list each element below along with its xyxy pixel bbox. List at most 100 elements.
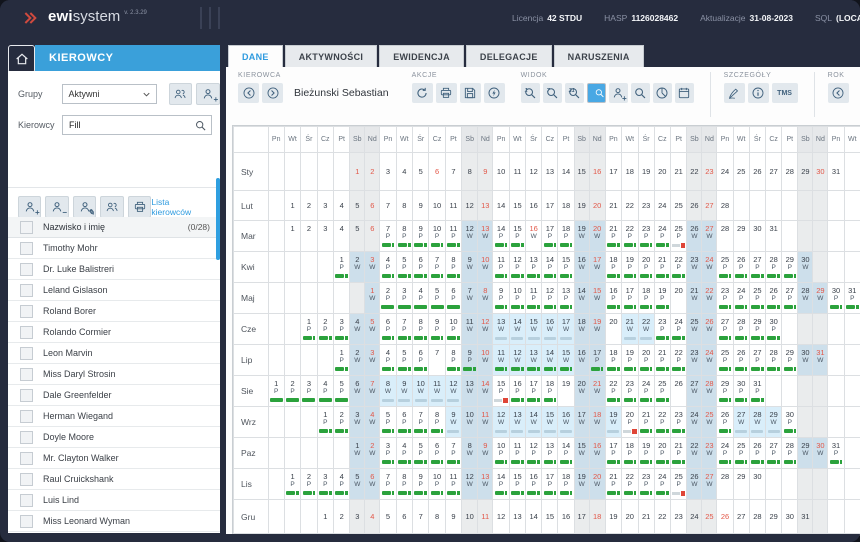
day-cell[interactable]: 21P bbox=[654, 252, 670, 283]
day-cell[interactable]: 19 bbox=[558, 376, 574, 407]
day-cell[interactable]: 26 bbox=[749, 153, 765, 191]
signature-button[interactable] bbox=[724, 83, 745, 103]
day-cell[interactable]: 12 bbox=[526, 153, 542, 191]
day-cell[interactable]: 29W bbox=[798, 438, 813, 469]
day-cell[interactable]: 3W bbox=[350, 407, 365, 438]
day-cell[interactable]: 27W bbox=[702, 469, 717, 500]
day-cell[interactable]: 11 bbox=[478, 500, 493, 534]
day-cell[interactable]: 24P bbox=[638, 376, 654, 407]
day-cell[interactable]: 26P bbox=[766, 283, 782, 314]
day-cell[interactable]: 26W bbox=[687, 469, 702, 500]
day-cell[interactable]: 26 bbox=[717, 500, 733, 534]
day-cell[interactable]: 5P bbox=[333, 376, 349, 407]
day-cell[interactable]: 7 bbox=[429, 345, 445, 376]
day-cell[interactable]: 21P bbox=[670, 438, 687, 469]
day-cell[interactable]: 10P bbox=[509, 283, 525, 314]
day-cell[interactable]: 20 bbox=[589, 191, 605, 221]
day-cell[interactable]: 13 bbox=[478, 191, 493, 221]
day-cell[interactable]: 8P bbox=[445, 252, 461, 283]
day-cell[interactable]: 24 bbox=[687, 500, 702, 534]
day-cell[interactable]: 5W bbox=[365, 314, 380, 345]
day-cell[interactable]: 6 bbox=[365, 191, 380, 221]
prev-year-button[interactable] bbox=[828, 83, 849, 103]
day-cell[interactable]: 2W bbox=[350, 345, 365, 376]
day-cell[interactable]: 20P bbox=[654, 438, 670, 469]
day-cell[interactable]: 9P bbox=[413, 221, 429, 252]
day-cell[interactable]: 16P bbox=[605, 283, 621, 314]
day-cell[interactable]: 1P bbox=[268, 376, 284, 407]
day-cell[interactable]: 7P bbox=[413, 407, 429, 438]
info-button[interactable] bbox=[748, 83, 769, 103]
day-cell[interactable]: 11W bbox=[462, 314, 478, 345]
day-cell[interactable]: 15W bbox=[589, 283, 605, 314]
day-cell[interactable]: 12P bbox=[542, 283, 558, 314]
day-cell[interactable]: 24P bbox=[654, 469, 670, 500]
driver-checkbox[interactable] bbox=[20, 347, 33, 360]
day-cell[interactable]: 27W bbox=[687, 376, 702, 407]
driver-list-item[interactable]: Herman Wiegand bbox=[8, 406, 220, 427]
day-cell[interactable]: 11W bbox=[429, 376, 445, 407]
day-cell[interactable]: 28P bbox=[766, 345, 782, 376]
day-cell[interactable]: 30W bbox=[798, 345, 813, 376]
groups-select[interactable]: Aktywni bbox=[62, 84, 157, 104]
day-cell[interactable]: 29 bbox=[733, 221, 749, 252]
driver-list-item[interactable]: Dale Greenfelder bbox=[8, 385, 220, 406]
driver-checkbox[interactable] bbox=[20, 515, 33, 528]
day-cell[interactable]: 10W bbox=[413, 376, 429, 407]
day-cell[interactable]: 12P bbox=[509, 252, 525, 283]
day-cell[interactable]: 8 bbox=[429, 500, 445, 534]
day-cell[interactable]: 30 bbox=[749, 221, 765, 252]
day-cell[interactable]: 31 bbox=[798, 500, 813, 534]
day-cell[interactable]: 1 bbox=[350, 153, 365, 191]
pie-chart-button[interactable] bbox=[653, 83, 672, 103]
day-cell[interactable]: 10W bbox=[478, 252, 493, 283]
day-cell[interactable]: 5P bbox=[429, 283, 445, 314]
day-cell[interactable]: 13 bbox=[509, 500, 525, 534]
day-cell[interactable]: 30P bbox=[782, 407, 798, 438]
day-cell[interactable]: 31 bbox=[828, 153, 844, 191]
day-cell[interactable]: 25P bbox=[749, 283, 765, 314]
day-cell[interactable]: 6P bbox=[396, 407, 412, 438]
day-cell[interactable]: 3 bbox=[317, 191, 333, 221]
day-cell[interactable]: 25P bbox=[670, 469, 687, 500]
driver-list-item[interactable]: Timothy Mohr bbox=[8, 238, 220, 259]
day-cell[interactable]: 15 bbox=[542, 500, 558, 534]
home-button[interactable] bbox=[8, 45, 35, 73]
day-cell[interactable]: 19P bbox=[622, 252, 639, 283]
day-cell[interactable]: 15W bbox=[558, 345, 574, 376]
day-cell[interactable]: 21 bbox=[638, 500, 654, 534]
select-all-checkbox[interactable] bbox=[20, 221, 33, 234]
day-cell[interactable]: 3P bbox=[380, 438, 396, 469]
day-cell[interactable]: 20W bbox=[589, 469, 605, 500]
day-cell[interactable]: 2P bbox=[301, 469, 317, 500]
day-cell[interactable]: 11P bbox=[526, 283, 542, 314]
day-cell[interactable]: 4P bbox=[413, 283, 429, 314]
day-cell[interactable]: 17 bbox=[542, 191, 558, 221]
day-cell[interactable]: 27P bbox=[749, 345, 765, 376]
day-cell[interactable]: 27P bbox=[749, 252, 765, 283]
driver-checkbox[interactable] bbox=[20, 410, 33, 423]
day-cell[interactable]: 13P bbox=[542, 438, 558, 469]
day-cell[interactable]: 29P bbox=[749, 314, 765, 345]
day-cell[interactable]: 28 bbox=[717, 191, 733, 221]
day-cell[interactable]: 12W bbox=[462, 469, 478, 500]
day-cell[interactable]: 6W bbox=[365, 469, 380, 500]
day-cell[interactable]: 8P bbox=[396, 221, 412, 252]
driver-list-item[interactable]: Luis Lind bbox=[8, 490, 220, 511]
day-cell[interactable]: 30W bbox=[798, 252, 813, 283]
day-cell[interactable]: 25W bbox=[687, 314, 702, 345]
day-cell[interactable]: 5P bbox=[396, 252, 412, 283]
day-cell[interactable]: 4W bbox=[365, 407, 380, 438]
day-cell[interactable]: 24P bbox=[654, 221, 670, 252]
day-cell[interactable]: 6P bbox=[429, 438, 445, 469]
day-cell[interactable]: 10 bbox=[429, 191, 445, 221]
day-cell[interactable]: 3P bbox=[396, 283, 412, 314]
day-cell[interactable]: 14 bbox=[493, 191, 510, 221]
day-cell[interactable]: 22P bbox=[605, 376, 621, 407]
day-cell[interactable]: 2W bbox=[350, 252, 365, 283]
day-cell[interactable]: 9W bbox=[462, 252, 478, 283]
driver-checkbox[interactable] bbox=[20, 305, 33, 318]
day-cell[interactable]: 29 bbox=[733, 469, 749, 500]
day-cell[interactable]: 10P bbox=[493, 438, 510, 469]
day-cell[interactable]: 21 bbox=[605, 191, 621, 221]
